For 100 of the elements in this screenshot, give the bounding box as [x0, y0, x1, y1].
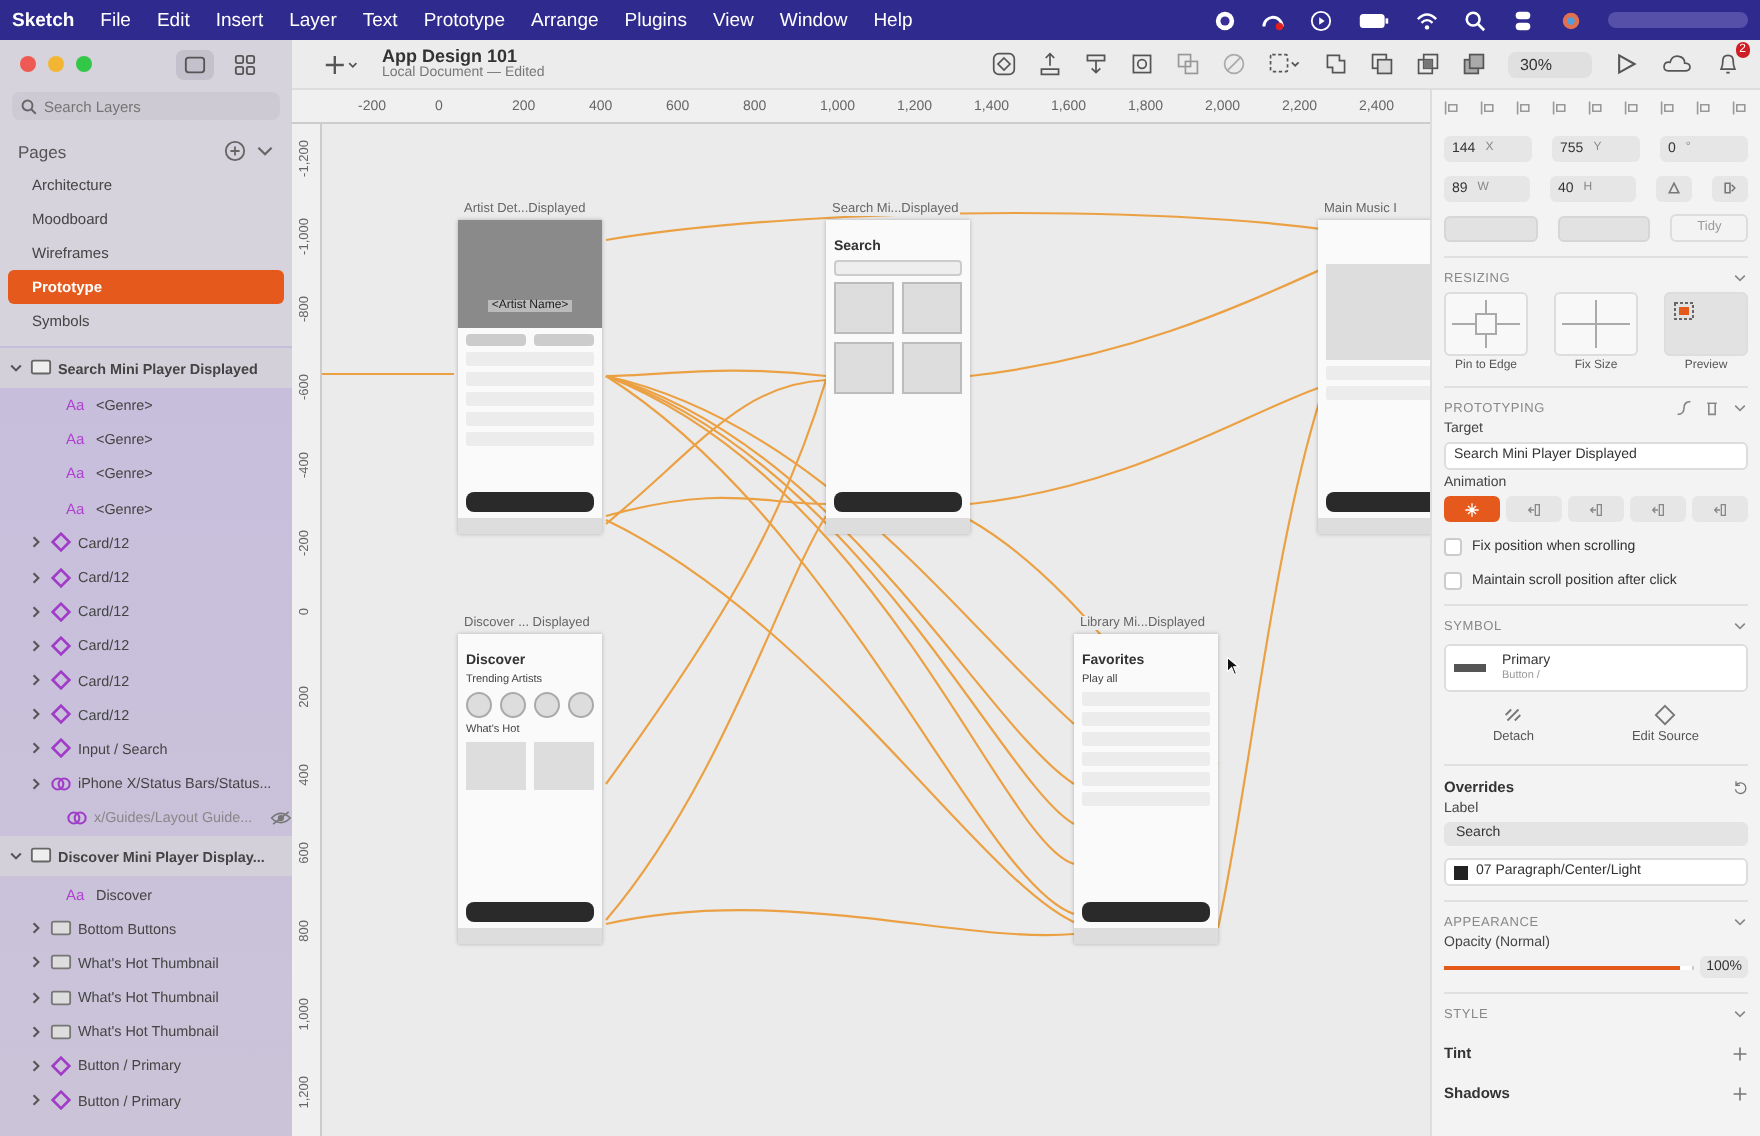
resizing-preview[interactable]	[1444, 292, 1528, 356]
link-curve-icon[interactable]	[1676, 400, 1692, 416]
disclosure-icon[interactable]	[28, 569, 44, 586]
animation-button[interactable]	[1444, 496, 1500, 522]
animation-button[interactable]	[1630, 496, 1686, 522]
flip-button[interactable]	[1656, 175, 1692, 201]
align-icon[interactable]	[1516, 100, 1532, 116]
disclosure-icon[interactable]	[28, 637, 44, 654]
disclosure-icon[interactable]	[28, 603, 44, 620]
trash-icon[interactable]	[1704, 400, 1720, 416]
checkbox[interactable]	[1444, 572, 1462, 590]
union-icon[interactable]	[1323, 52, 1348, 76]
difference-icon[interactable]	[1461, 52, 1486, 76]
disclosure-icon[interactable]	[28, 989, 44, 1006]
animation-button[interactable]	[1692, 496, 1748, 522]
disclosure-icon[interactable]	[28, 1092, 44, 1109]
bell-icon[interactable]	[1716, 52, 1740, 76]
align-icon[interactable]	[1552, 100, 1568, 116]
linked-circles-icon	[66, 807, 88, 828]
hidden-eye-icon[interactable]	[270, 809, 292, 826]
animation-button[interactable]	[1506, 496, 1562, 522]
disclosure-icon[interactable]	[28, 740, 44, 757]
subtract-icon[interactable]	[1369, 52, 1394, 76]
align-icon[interactable]	[1624, 100, 1640, 116]
menu-item[interactable]: View	[712, 9, 754, 31]
artist-avatar	[534, 692, 560, 718]
insert-icon[interactable]	[324, 53, 360, 75]
resize-frame-icon[interactable]	[1267, 52, 1302, 76]
toggle-icon[interactable]	[1512, 9, 1534, 31]
cloud-icon[interactable]	[1660, 52, 1694, 76]
align-icon[interactable]	[1480, 100, 1496, 116]
battery-icon[interactable]	[1358, 9, 1390, 31]
chevron-down-icon[interactable]	[1732, 618, 1748, 634]
align-icon[interactable]	[1588, 100, 1604, 116]
app-menu[interactable]: Sketch	[12, 9, 75, 31]
menu-item[interactable]: Prototype	[423, 9, 505, 31]
chevron-down-icon[interactable]	[1732, 914, 1748, 930]
add-icon[interactable]	[1732, 1085, 1748, 1101]
add-page-icon[interactable]	[224, 140, 246, 162]
reset-icon[interactable]	[1732, 779, 1748, 795]
play-icon[interactable]	[1614, 52, 1638, 76]
resizing-preview[interactable]	[1664, 292, 1748, 356]
cursor-icon	[1226, 656, 1240, 676]
chevron-down-icon[interactable]	[1732, 1006, 1748, 1022]
play-circle-icon[interactable]	[1310, 9, 1332, 31]
spacing-field[interactable]	[1444, 215, 1538, 241]
chevron-down-icon[interactable]	[1732, 400, 1748, 416]
components-grid-icon[interactable]	[234, 53, 256, 75]
mirror-button[interactable]	[1712, 175, 1748, 201]
diamond-icon	[50, 1055, 72, 1076]
disclosure-icon[interactable]	[28, 954, 44, 971]
transition-icon	[1650, 501, 1666, 517]
diamond-icon	[50, 1090, 72, 1111]
align-icon[interactable]	[1660, 100, 1676, 116]
align-icon[interactable]	[1696, 100, 1712, 116]
disclosure-icon[interactable]	[28, 706, 44, 723]
spacing-field[interactable]	[1557, 215, 1651, 241]
animation-button[interactable]	[1568, 496, 1624, 522]
frame-icon[interactable]	[1129, 52, 1154, 76]
diamond-icon	[50, 635, 72, 656]
zoom-dropdown[interactable]: 30%	[1507, 51, 1592, 77]
menu-item[interactable]: Insert	[215, 9, 264, 31]
window-controls[interactable]	[16, 54, 96, 74]
color-wheel-icon[interactable]	[1560, 9, 1582, 31]
layers-view-button[interactable]	[176, 49, 214, 79]
linked-circles-icon	[50, 773, 72, 794]
disclosure-icon[interactable]	[8, 360, 24, 376]
menu-item[interactable]: Text	[362, 9, 398, 31]
genre-tile	[902, 282, 962, 334]
artboard[interactable]	[1318, 220, 1430, 534]
intersect-icon[interactable]	[1415, 52, 1440, 76]
disclosure-icon[interactable]	[8, 848, 24, 865]
disclosure-icon[interactable]	[28, 920, 44, 937]
symbol-icon[interactable]	[991, 52, 1016, 76]
align-icon[interactable]	[1444, 100, 1460, 116]
disclosure-icon[interactable]	[28, 672, 44, 689]
menu-item[interactable]: Edit	[156, 9, 190, 31]
disclosure-icon[interactable]	[28, 534, 44, 551]
record-icon[interactable]	[1214, 9, 1236, 31]
menu-item[interactable]: Arrange	[530, 9, 599, 31]
upload-icon[interactable]	[1037, 52, 1062, 76]
window-icon	[184, 53, 206, 75]
disclosure-icon[interactable]	[28, 1057, 44, 1074]
menu-item[interactable]: Plugins	[624, 9, 687, 31]
add-icon[interactable]	[1732, 1045, 1748, 1061]
wifi-icon[interactable]	[1416, 9, 1438, 31]
genre-tile	[834, 342, 894, 394]
checkbox[interactable]	[1444, 538, 1462, 556]
menu-item[interactable]: Help	[873, 9, 913, 31]
disclosure-icon[interactable]	[28, 775, 44, 792]
menu-item[interactable]: File	[100, 9, 131, 31]
download-icon[interactable]	[1083, 52, 1108, 76]
search-icon[interactable]	[1464, 9, 1486, 31]
menu-item[interactable]: Layer	[289, 9, 337, 31]
chevron-down-icon[interactable]	[1732, 270, 1748, 286]
menu-item[interactable]: Window	[779, 9, 848, 31]
align-icon[interactable]	[1732, 100, 1748, 116]
disclosure-icon[interactable]	[28, 1023, 44, 1040]
resizing-preview[interactable]	[1554, 292, 1638, 356]
overlap-squares-icon[interactable]	[1175, 52, 1200, 76]
